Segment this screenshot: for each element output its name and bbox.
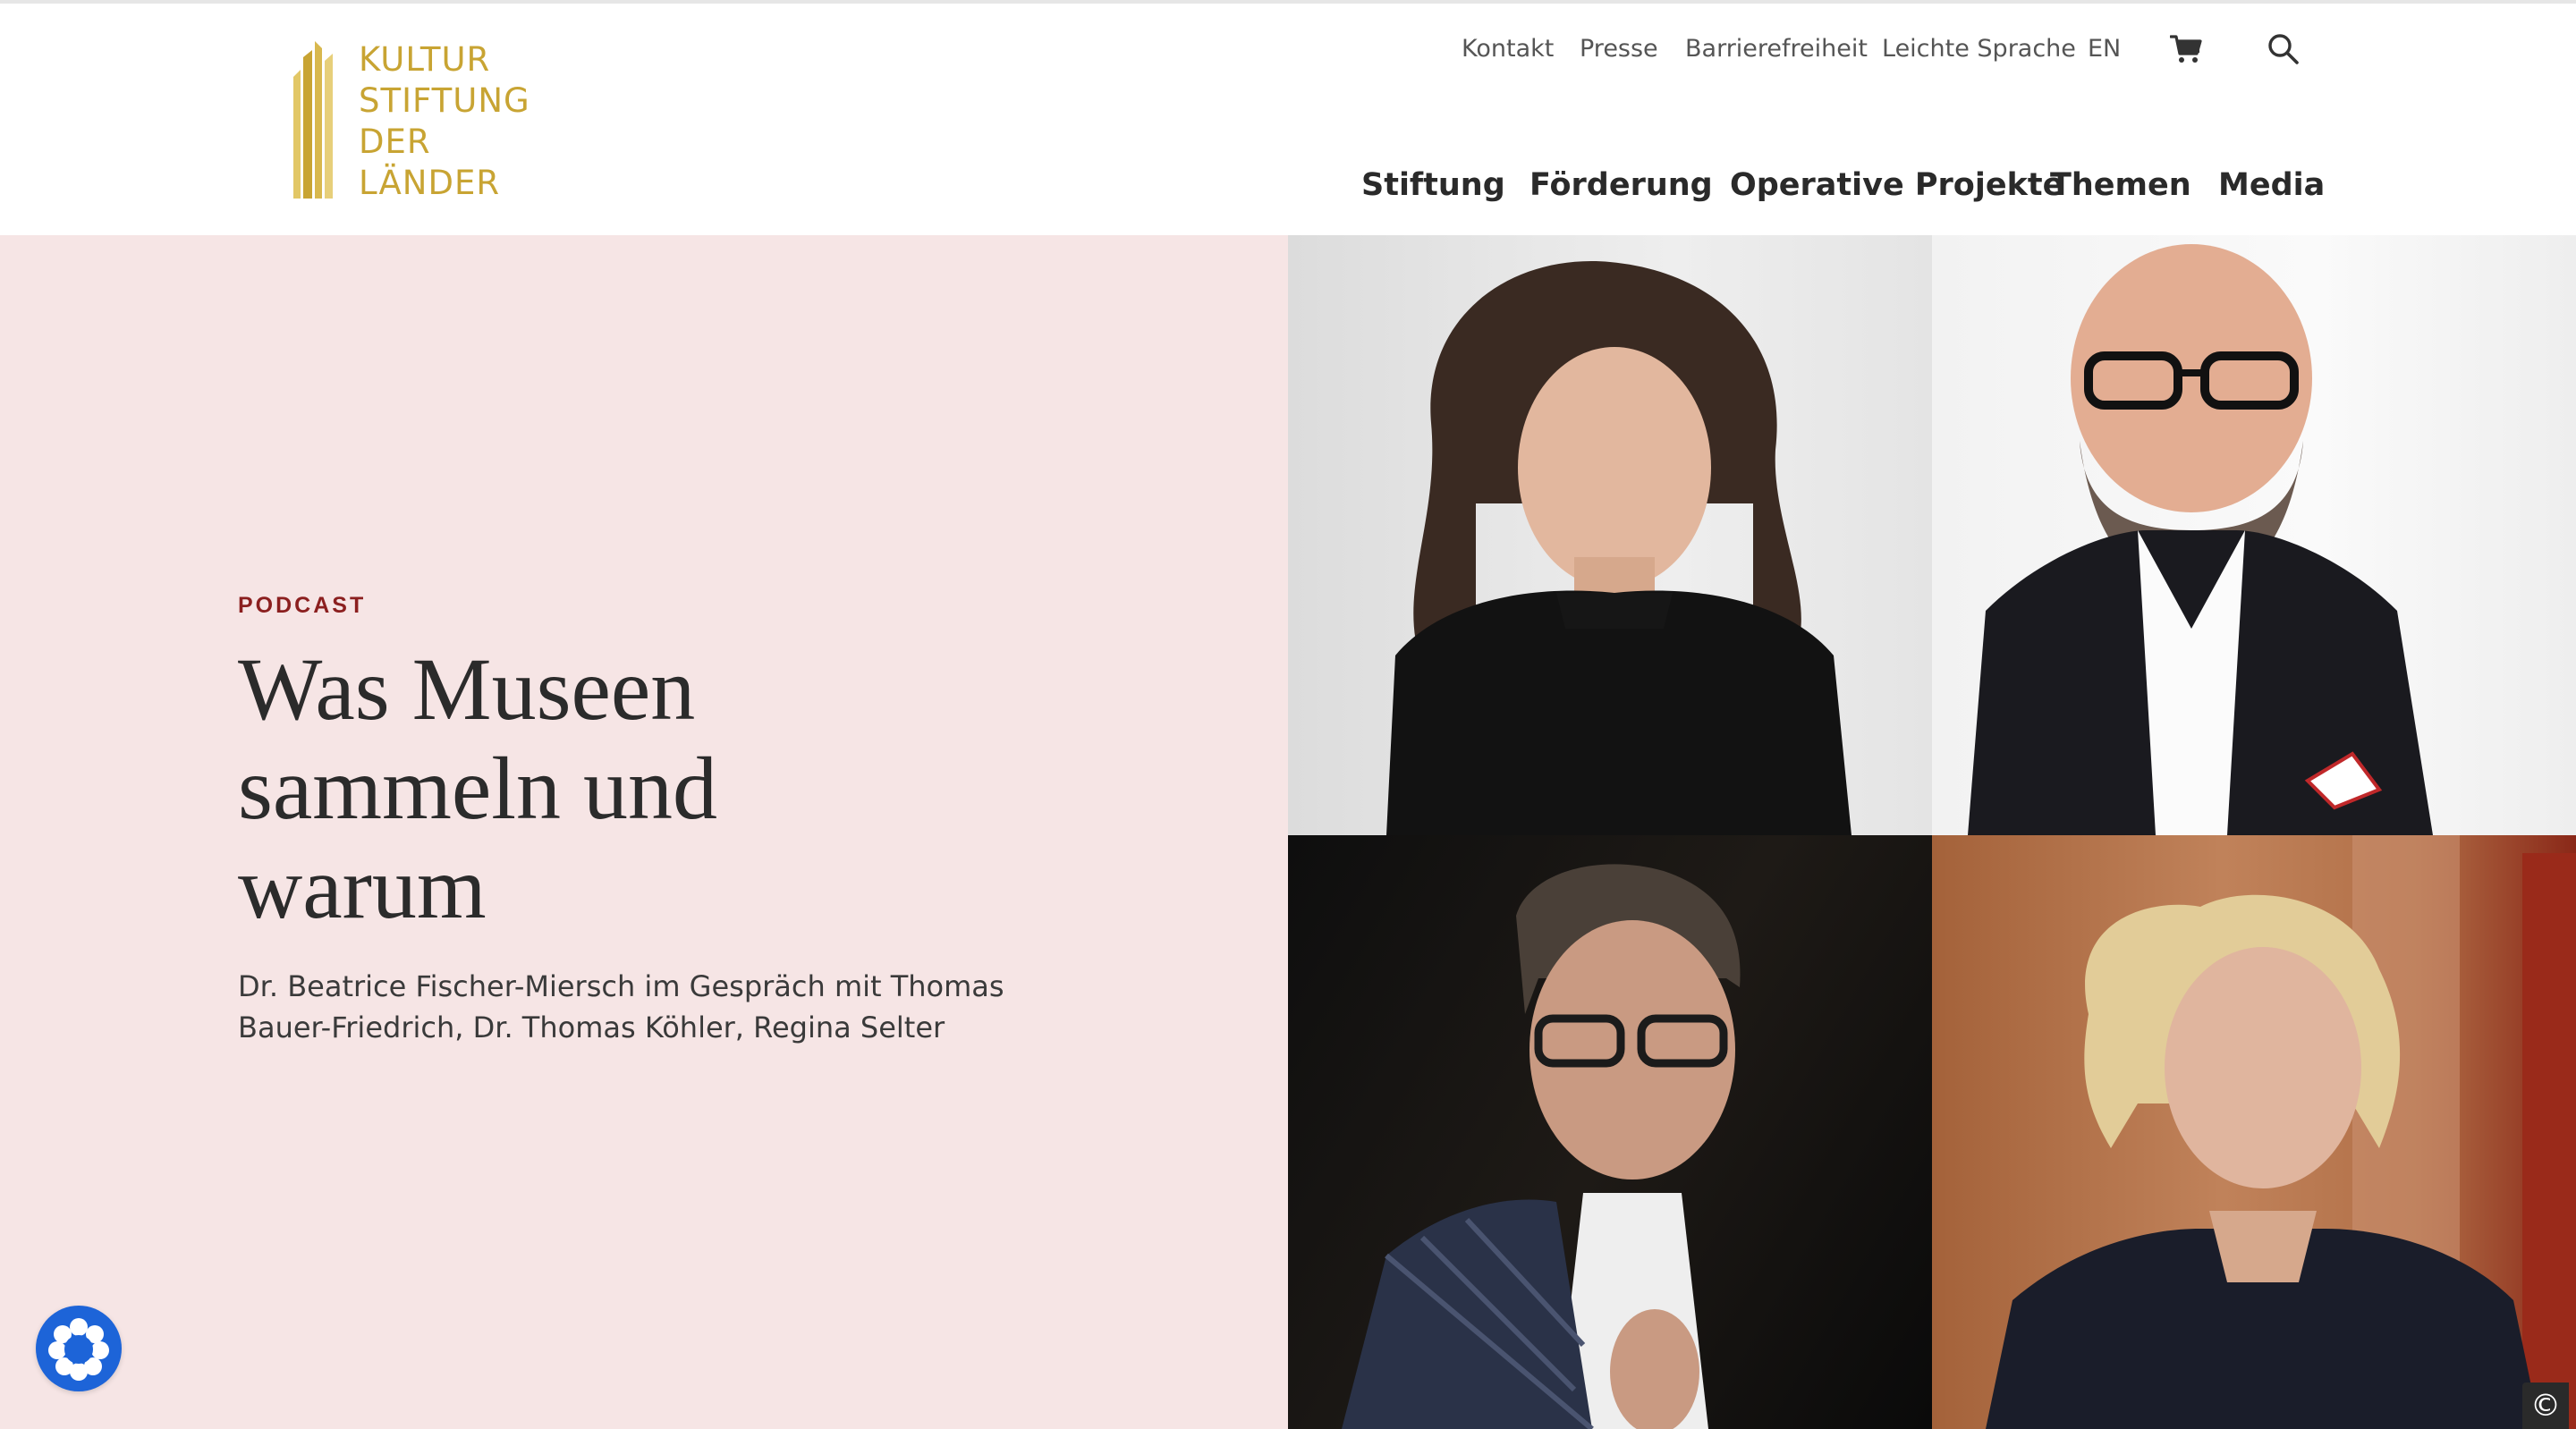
- nav-themen[interactable]: Themen: [2050, 163, 2191, 207]
- portrait-photo-4: [1932, 835, 2576, 1429]
- nav-stiftung[interactable]: Stiftung: [1361, 163, 1505, 207]
- cart-button[interactable]: [2168, 29, 2204, 70]
- nav-operative-projekte[interactable]: Operative Projekte: [1730, 163, 2063, 207]
- search-icon: [2268, 34, 2299, 64]
- site-header: KULTUR STIFTUNG DER LÄNDER Kontakt Press…: [0, 4, 2576, 235]
- copyright-icon: ©: [2530, 1388, 2561, 1424]
- logo-line-2: STIFTUNG: [359, 81, 530, 120]
- utility-link-kontakt[interactable]: Kontakt: [1462, 29, 1554, 70]
- nav-foerderung[interactable]: Förderung: [1530, 163, 1713, 207]
- portrait-photo-2: [1932, 235, 2576, 835]
- nav-media[interactable]: Media: [2218, 163, 2325, 207]
- hero-subtitle: Dr. Beatrice Fischer-Miersch im Gespräch…: [238, 966, 1043, 1048]
- portrait-man-glasses-beard: [1968, 244, 2433, 835]
- portrait-photo-3: [1288, 835, 1932, 1429]
- language-switch-en[interactable]: EN: [2088, 29, 2121, 70]
- copyright-badge[interactable]: ©: [2522, 1382, 2569, 1429]
- portrait-woman-dark-hair: [1386, 261, 1852, 835]
- search-button[interactable]: [2265, 29, 2302, 70]
- hero-title-line: Was Museen: [238, 639, 696, 739]
- hero-subtitle-line: Dr. Beatrice Fischer-Miersch im Gespräch…: [238, 969, 1004, 1003]
- utility-link-leichte-sprache[interactable]: Leichte Sprache: [1882, 29, 2076, 70]
- hero-title: Was Museen sammeln und warum: [238, 639, 953, 937]
- utility-nav: Kontakt Presse Barrierefreiheit Leichte …: [0, 29, 2576, 70]
- utility-link-presse[interactable]: Presse: [1580, 29, 1658, 70]
- portrait-photo-1: [1288, 235, 1932, 835]
- portrait-woman-curly-hair: [1986, 835, 2576, 1429]
- utility-link-barrierefreiheit[interactable]: Barrierefreiheit: [1685, 29, 1868, 70]
- hero-title-line: warum: [238, 838, 487, 937]
- hero-subtitle-line: Bauer-Friedrich, Dr. Thomas Köhler, Regi…: [238, 1010, 945, 1044]
- hero-eyebrow: PODCAST: [238, 593, 367, 618]
- logo-line-4: LÄNDER: [359, 164, 501, 202]
- shopping-cart-icon: [2170, 35, 2202, 63]
- accessibility-widget-icon: [48, 1318, 109, 1381]
- hero-title-line: sammeln und: [238, 739, 718, 838]
- logo-line-3: DER: [359, 123, 431, 161]
- accessibility-widget-button[interactable]: [36, 1306, 122, 1391]
- portrait-man-glasses-jacket: [1342, 864, 1741, 1429]
